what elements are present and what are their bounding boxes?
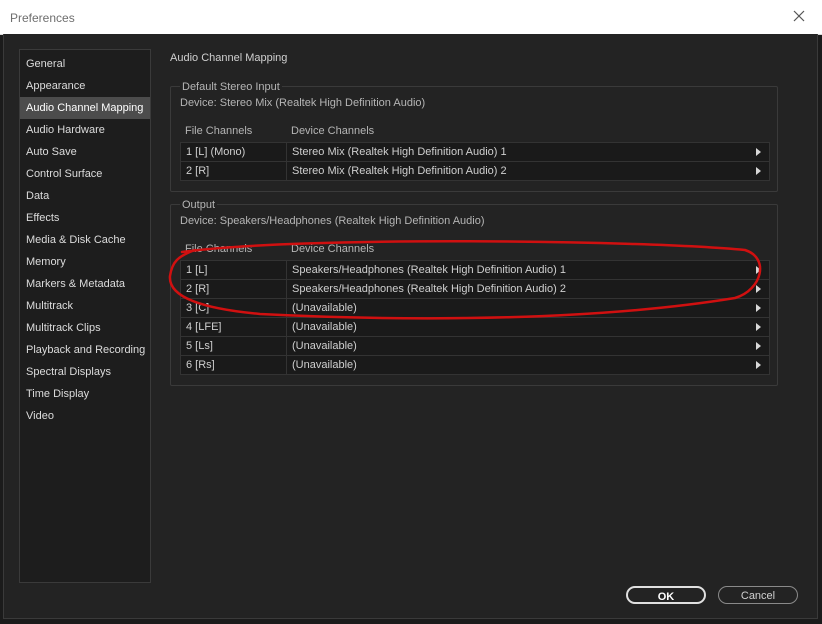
file-channel: 5 [Ls] <box>186 340 213 352</box>
column-divider <box>286 162 287 180</box>
output-device-label: Device: Speakers/Headphones (Realtek Hig… <box>180 215 485 227</box>
window-title: Preferences <box>10 11 75 25</box>
channel-row: 4 [LFE] (Unavailable) <box>181 318 769 337</box>
cancel-button[interactable]: Cancel <box>718 586 798 604</box>
sidebar-item[interactable]: Time Display <box>20 383 150 405</box>
chevron-right-icon[interactable] <box>756 304 761 312</box>
column-divider <box>286 318 287 336</box>
device-channel: Stereo Mix (Realtek High Definition Audi… <box>292 165 507 177</box>
channel-row: 2 [R] Stereo Mix (Realtek High Definition… <box>181 162 769 180</box>
sidebar-item[interactable]: Memory <box>20 251 150 273</box>
close-icon[interactable] <box>792 9 806 23</box>
column-divider <box>286 299 287 317</box>
chevron-right-icon[interactable] <box>756 266 761 274</box>
channel-row: 1 [L] Speakers/Headphones (Realtek High D… <box>181 261 769 280</box>
device-channel: Speakers/Headphones (Realtek High Defini… <box>292 264 566 276</box>
chevron-right-icon[interactable] <box>756 323 761 331</box>
column-divider <box>286 356 287 374</box>
sidebar-item[interactable]: Effects <box>20 207 150 229</box>
sidebar-item[interactable]: Spectral Displays <box>20 361 150 383</box>
sidebar-item[interactable]: Audio Hardware <box>20 119 150 141</box>
sidebar-item[interactable]: Markers & Metadata <box>20 273 150 295</box>
group-title: Output <box>180 198 218 212</box>
file-channel: 1 [L] (Mono) <box>186 146 246 158</box>
sidebar-item[interactable]: Audio Channel Mapping <box>20 97 150 119</box>
device-channel: (Unavailable) <box>292 321 357 333</box>
column-header-file-channels: File Channels <box>185 125 253 137</box>
sidebar-item[interactable]: Playback and Recording <box>20 339 150 361</box>
file-channel: 2 [R] <box>186 283 210 295</box>
channel-row: 2 [R] Speakers/Headphones (Realtek High D… <box>181 280 769 299</box>
sidebar-item[interactable]: Multitrack Clips <box>20 317 150 339</box>
file-channel: 3 [C] <box>186 302 210 314</box>
chevron-right-icon[interactable] <box>756 167 761 175</box>
file-channel: 1 [L] <box>186 264 208 276</box>
ok-button[interactable]: OK <box>626 586 706 604</box>
column-divider <box>286 261 287 279</box>
device-channel: Speakers/Headphones (Realtek High Defini… <box>292 283 566 295</box>
output-group: Output Device: Speakers/Headphones (Real… <box>170 198 778 386</box>
sidebar-item[interactable]: General <box>20 53 150 75</box>
device-channel: (Unavailable) <box>292 340 357 352</box>
sidebar-item[interactable]: Appearance <box>20 75 150 97</box>
title-bar: Preferences <box>0 0 822 35</box>
sidebar-item[interactable]: Multitrack <box>20 295 150 317</box>
file-channel: 4 [LFE] <box>186 321 222 333</box>
channel-row: 5 [Ls] (Unavailable) <box>181 337 769 356</box>
column-header-device-channels: Device Channels <box>291 125 375 137</box>
column-divider <box>286 280 287 298</box>
channel-row: 3 [C] (Unavailable) <box>181 299 769 318</box>
channel-row: 6 [Rs] (Unavailable) <box>181 356 769 374</box>
default-stereo-input-group: Default Stereo Input Device: Stereo Mix … <box>170 80 778 192</box>
device-channel: Stereo Mix (Realtek High Definition Audi… <box>292 146 507 158</box>
preferences-dialog: General Appearance Audio Channel Mapping Au… <box>3 34 818 619</box>
input-device-label: Device: Stereo Mix (Realtek High Definit… <box>180 97 426 109</box>
sidebar-item[interactable]: Data <box>20 185 150 207</box>
chevron-right-icon[interactable] <box>756 361 761 369</box>
group-title: Default Stereo Input <box>180 80 282 94</box>
sidebar: General Appearance Audio Channel Mapping Au… <box>19 49 151 583</box>
sidebar-item[interactable]: Auto Save <box>20 141 150 163</box>
section-heading: Audio Channel Mapping <box>170 52 288 64</box>
chevron-right-icon[interactable] <box>756 342 761 350</box>
file-channel: 6 [Rs] <box>186 359 215 371</box>
column-divider <box>286 143 287 161</box>
file-channel: 2 [R] <box>186 165 210 177</box>
sidebar-item[interactable]: Video <box>20 405 150 427</box>
channel-row: 1 [L] (Mono) Stereo Mix (Realtek High Def… <box>181 143 769 162</box>
output-channel-table: 1 [L] Speakers/Headphones (Realtek High D… <box>180 260 770 375</box>
sidebar-item[interactable]: Control Surface <box>20 163 150 185</box>
device-channel: (Unavailable) <box>292 302 357 314</box>
column-divider <box>286 337 287 355</box>
column-header-device-channels: Device Channels <box>291 243 375 255</box>
chevron-right-icon[interactable] <box>756 285 761 293</box>
column-header-file-channels: File Channels <box>185 243 253 255</box>
chevron-right-icon[interactable] <box>756 148 761 156</box>
sidebar-item[interactable]: Media & Disk Cache <box>20 229 150 251</box>
input-channel-table: 1 [L] (Mono) Stereo Mix (Realtek High Def… <box>180 142 770 181</box>
device-channel: (Unavailable) <box>292 359 357 371</box>
